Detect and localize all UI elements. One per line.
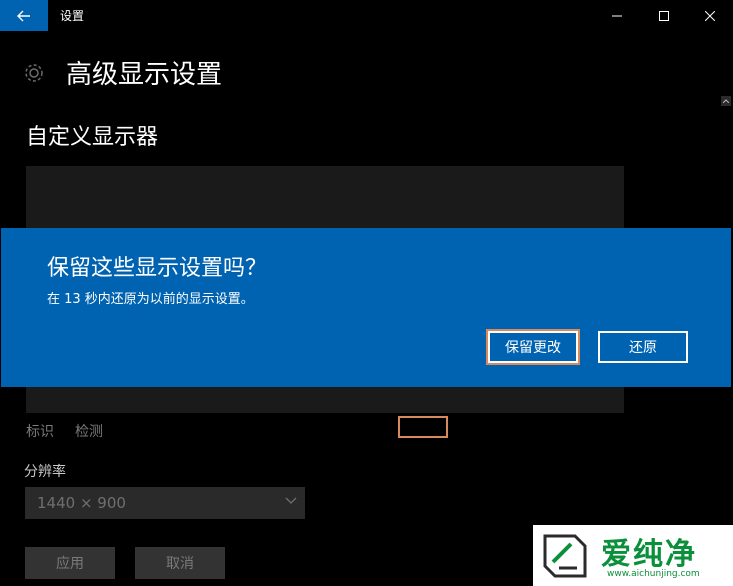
close-icon — [705, 10, 715, 21]
minimize-icon — [612, 15, 622, 16]
maximize-icon — [659, 10, 669, 21]
resolution-value: 1440 × 900 — [37, 494, 126, 512]
watermark: 爱纯净 www.aichunjing.com — [533, 525, 733, 586]
chevron-up-icon — [723, 99, 729, 103]
minimize-button[interactable] — [594, 0, 640, 31]
revert-button[interactable]: 还原 — [598, 331, 688, 363]
dialog-title: 保留这些显示设置吗？ — [47, 256, 268, 281]
chevron-down-icon — [285, 497, 297, 504]
watermark-logo-icon — [543, 534, 587, 577]
identify-link[interactable]: 标识 — [26, 421, 54, 441]
close-button[interactable] — [687, 0, 733, 31]
watermark-url: www.aichunjing.com — [607, 569, 700, 579]
dialog-message: 在 13 秒内还原为以前的显示设置。 — [47, 292, 254, 307]
back-button[interactable] — [0, 0, 48, 31]
keep-changes-button[interactable]: 保留更改 — [486, 329, 580, 365]
resolution-dropdown[interactable]: 1440 × 900 — [25, 487, 305, 519]
page-title: 高级显示设置 — [66, 60, 223, 90]
apply-button[interactable]: 应用 — [25, 547, 115, 579]
watermark-text: 爱纯净 — [601, 537, 697, 572]
page-header: 高级显示设置 — [22, 54, 222, 91]
resolution-label: 分辨率 — [24, 464, 66, 480]
section-title: 自定义显示器 — [26, 125, 159, 150]
scroll-up-button[interactable] — [721, 96, 731, 106]
window-title: 设置 — [60, 9, 85, 23]
title-bar: 设置 — [0, 0, 733, 31]
arrow-left-icon — [17, 10, 30, 21]
cancel-button[interactable]: 取消 — [135, 547, 225, 579]
keep-settings-dialog: 保留这些显示设置吗？ 在 13 秒内还原为以前的显示设置。 保留更改 还原 — [1, 228, 731, 387]
maximize-button[interactable] — [641, 0, 687, 31]
highlight-box — [398, 416, 448, 438]
gear-icon — [25, 63, 43, 82]
detect-link[interactable]: 检测 — [75, 421, 103, 441]
